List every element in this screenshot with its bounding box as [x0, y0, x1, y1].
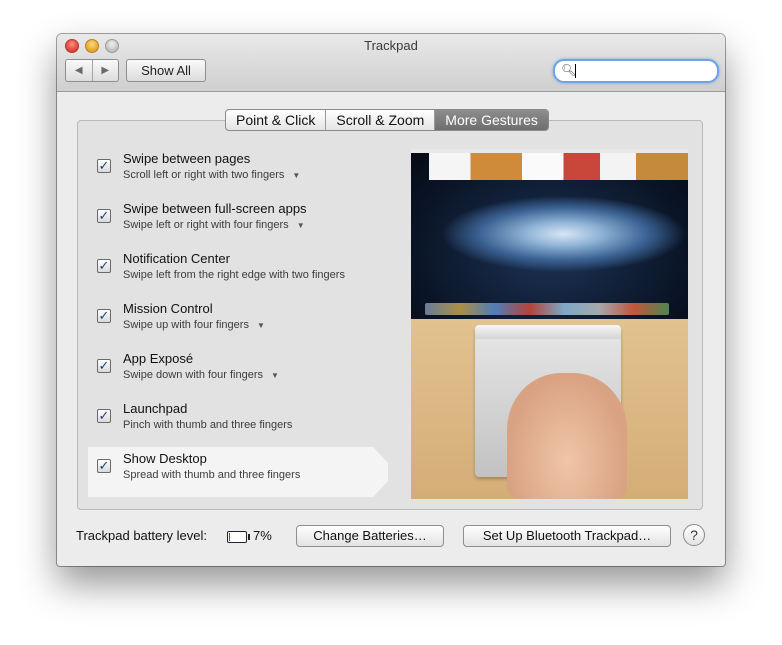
gesture-launchpad[interactable]: ✓ Launchpad Pinch with thumb and three f…: [88, 397, 388, 447]
gesture-title: Notification Center: [123, 251, 230, 266]
checkbox-swipe-between-pages[interactable]: ✓: [97, 159, 111, 173]
dropdown-arrow-icon: ▼: [296, 221, 305, 230]
gesture-title: Show Desktop: [123, 451, 207, 466]
back-button[interactable]: ◀: [66, 60, 92, 81]
gesture-subtitle-dropdown[interactable]: Swipe left or right with four fingers ▼: [123, 219, 305, 231]
setup-bluetooth-trackpad-button[interactable]: Set Up Bluetooth Trackpad…: [463, 525, 671, 547]
search-input[interactable]: 🔍︎: [553, 59, 719, 83]
gesture-mission-control[interactable]: ✓ Mission Control Swipe up with four fin…: [88, 297, 388, 347]
battery-percent: 7%: [253, 528, 272, 543]
titlebar: Trackpad ◀ ▶ Show All 🔍︎: [57, 34, 725, 92]
gesture-title: App Exposé: [123, 351, 194, 366]
forward-button[interactable]: ▶: [91, 60, 119, 81]
tab-more-gestures[interactable]: More Gestures: [434, 110, 548, 130]
gesture-notification-center[interactable]: ✓ Notification Center Swipe left from th…: [88, 247, 388, 297]
magnifier-icon: 🔍︎: [561, 63, 577, 77]
gesture-subtitle-dropdown[interactable]: Swipe up with four fingers ▼: [123, 319, 265, 331]
tab-point-click[interactable]: Point & Click: [226, 110, 325, 130]
gesture-title: Swipe between pages: [123, 151, 251, 166]
checkbox-launchpad[interactable]: ✓: [97, 409, 111, 423]
gesture-swipe-fullscreen-apps[interactable]: ✓ Swipe between full-screen apps Swipe l…: [88, 197, 388, 247]
preview-hand: [507, 373, 627, 499]
change-batteries-button[interactable]: Change Batteries…: [296, 525, 444, 547]
tab-scroll-zoom[interactable]: Scroll & Zoom: [325, 110, 434, 130]
gesture-subtitle-dropdown[interactable]: Scroll left or right with two fingers ▼: [123, 169, 300, 181]
gesture-title: Launchpad: [123, 401, 188, 416]
checkbox-notification-center[interactable]: ✓: [97, 259, 111, 273]
tab-bar: Point & Click Scroll & Zoom More Gesture…: [225, 109, 549, 131]
gesture-subtitle: Swipe left from the right edge with two …: [123, 269, 345, 281]
gesture-show-desktop[interactable]: ✓ Show Desktop Spread with thumb and thr…: [88, 447, 388, 497]
gesture-subtitle: Spread with thumb and three fingers: [123, 469, 301, 481]
gesture-title: Mission Control: [123, 301, 213, 316]
back-forward-control: ◀ ▶: [65, 59, 119, 82]
checkbox-show-desktop[interactable]: ✓: [97, 459, 111, 473]
gesture-app-expose[interactable]: ✓ App Exposé Swipe down with four finger…: [88, 347, 388, 397]
help-button[interactable]: ?: [683, 524, 705, 546]
checkbox-app-expose[interactable]: ✓: [97, 359, 111, 373]
gesture-preview-video: [411, 149, 688, 499]
window-title: Trackpad: [364, 38, 418, 53]
dropdown-arrow-icon: ▼: [292, 171, 301, 180]
preview-dock: [425, 303, 669, 315]
preview-desktop-screen: [411, 149, 688, 319]
gesture-subtitle: Pinch with thumb and three fingers: [123, 419, 293, 431]
dropdown-arrow-icon: ▼: [256, 321, 265, 330]
show-all-button[interactable]: Show All: [126, 59, 206, 82]
chevron-right-icon: ▶: [101, 65, 110, 76]
chevron-left-icon: ◀: [74, 65, 83, 76]
preview-browser-window: [429, 153, 688, 180]
battery-fill: [229, 533, 230, 541]
battery-icon: [227, 531, 250, 543]
trackpad-window: Trackpad ◀ ▶ Show All 🔍︎ Point & Click S…: [57, 34, 725, 566]
battery-level-label: Trackpad battery level:: [76, 528, 208, 543]
checkbox-mission-control[interactable]: ✓: [97, 309, 111, 323]
preview-trackpad-top: [475, 325, 621, 339]
gestures-panel: ✓ Swipe between pages Scroll left or rig…: [77, 120, 703, 510]
checkbox-swipe-fullscreen-apps[interactable]: ✓: [97, 209, 111, 223]
text-caret: [575, 64, 576, 78]
gesture-list: ✓ Swipe between pages Scroll left or rig…: [88, 147, 388, 497]
dropdown-arrow-icon: ▼: [271, 371, 279, 380]
gesture-title: Swipe between full-screen apps: [123, 201, 307, 216]
gesture-subtitle-dropdown[interactable]: Swipe down with four fingers ▼: [123, 369, 279, 381]
gesture-swipe-between-pages[interactable]: ✓ Swipe between pages Scroll left or rig…: [88, 147, 388, 197]
